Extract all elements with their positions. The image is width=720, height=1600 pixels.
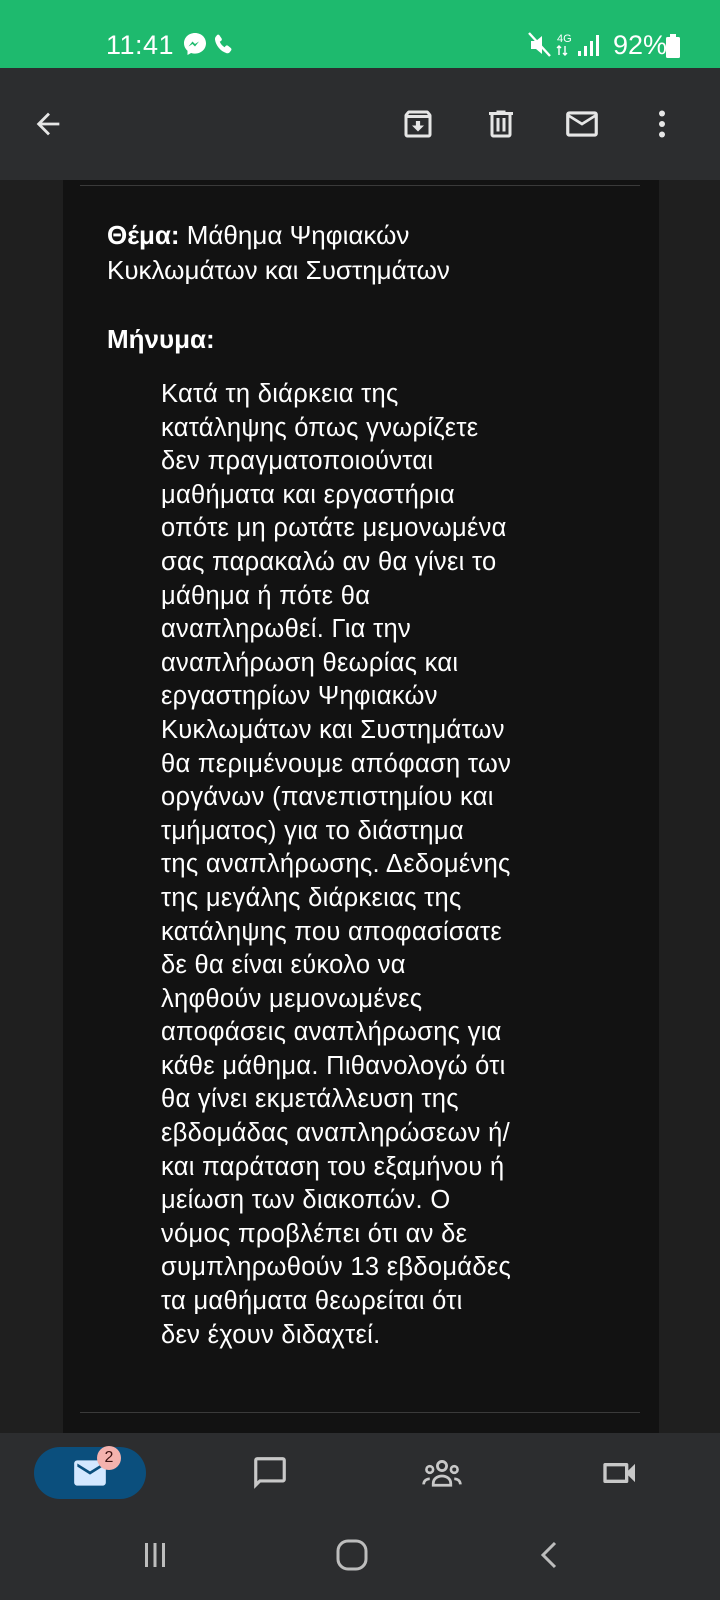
message-label: Μήνυμα: — [107, 324, 215, 354]
back-button[interactable] — [28, 104, 68, 144]
message-body-line: δεν πραγματοποιούνται — [161, 447, 434, 476]
nav-meet-tab[interactable] — [594, 1447, 646, 1499]
message-body-line: και παράταση του εξαμήνου ή — [161, 1152, 505, 1181]
network-4g: 4G — [556, 33, 572, 56]
message-body-line: νόμος προβλέπει ότι αν δε — [161, 1219, 468, 1248]
subject-label: Θέμα: — [107, 220, 180, 250]
trash-icon — [489, 110, 513, 138]
nav-spaces-tab[interactable] — [416, 1447, 468, 1499]
svg-text:4G: 4G — [557, 33, 572, 45]
mail-icon — [566, 111, 598, 137]
message-body-line: ληφθούν μεμονωμένες — [161, 984, 423, 1013]
message-body-line: εβδομάδας αναπληρώσεων ή/ — [161, 1119, 510, 1148]
chat-icon — [254, 1457, 286, 1489]
status-right-icons: 4G — [528, 30, 610, 60]
back-arrow-icon — [36, 112, 60, 136]
status-time: 11:41 — [106, 30, 175, 60]
delete-button[interactable] — [481, 104, 521, 144]
message-body-line: κάθε μάθημα. Πιθανολογώ ότι — [161, 1051, 506, 1080]
mail-unread-badge: 2 — [97, 1446, 121, 1470]
message-body-line: θα περιμένουμε απόφαση των — [161, 749, 512, 778]
home-button[interactable] — [330, 1533, 374, 1577]
archive-icon — [404, 110, 432, 138]
messenger-icon — [184, 33, 206, 55]
message-body-line: αναπληρωθεί. Για την — [161, 615, 412, 644]
nav-mail-tab[interactable] — [34, 1447, 146, 1499]
divider — [80, 185, 640, 186]
nav-chat-tab[interactable] — [244, 1447, 296, 1499]
message-body-line: οργάνων (πανεπιστημίου και — [161, 783, 494, 812]
email-subject: Θέμα: Μάθημα Ψηφιακών Κυκλωμάτων και Συσ… — [107, 218, 567, 288]
spaces-icon — [422, 1460, 462, 1487]
back-icon — [540, 1541, 557, 1569]
message-body-line: τα μαθήματα θεωρείται ότι — [161, 1287, 463, 1316]
message-body-line: της μεγάλης διάρκειας της — [161, 883, 462, 912]
mute-icon — [528, 32, 551, 57]
message-body-line: μείωση των διακοπών. Ο — [161, 1186, 451, 1215]
message-body-line: οπότε μη ρωτάτε μεμονωμένα — [161, 514, 507, 543]
message-body-line: μάθημα ή πότε θα — [161, 581, 371, 610]
message-toolbar — [0, 68, 720, 180]
message-body-line: Κυκλωμάτων και Συστημάτων — [161, 715, 505, 744]
signal-icon — [578, 35, 599, 56]
message-body-line: τμήματος) για το διάστημα — [161, 816, 464, 845]
system-navigation-bar — [0, 1513, 720, 1600]
phone-icon — [214, 34, 232, 54]
battery-percent: 92% — [613, 30, 668, 60]
message-body-line: μαθήματα και εργαστήρια — [161, 480, 455, 509]
bottom-navigation — [0, 1433, 720, 1513]
message-body-line: συμπληρωθούν 13 εβδομάδες — [161, 1253, 512, 1282]
status-left-icons — [182, 31, 242, 62]
message-body-line: θα γίνει εκμετάλλευση της — [161, 1085, 459, 1114]
message-body-line: κατάληψης που αποφασίσατε — [161, 917, 503, 946]
recents-button[interactable] — [133, 1533, 177, 1577]
archive-button[interactable] — [398, 104, 438, 144]
recents-icon — [145, 1543, 165, 1567]
message-body-line: Κατά τη διάρκεια της — [161, 380, 399, 408]
message-body-line: δεν έχουν διδαχτεί. — [161, 1320, 381, 1349]
message-body-line: σας παρακαλώ αν θα γίνει το — [161, 547, 497, 576]
status-bar: 11:41 4G 92% — [0, 0, 720, 68]
message-body-line: κατάληψης όπως γνωρίζετε — [161, 413, 479, 442]
meet-icon — [603, 1463, 635, 1483]
battery-icon — [666, 34, 680, 63]
mark-unread-button[interactable] — [562, 104, 602, 144]
message-body-line: αποφάσεις αναπλήρωσης για — [161, 1018, 502, 1047]
more-options-button[interactable] — [642, 104, 682, 144]
system-back-button[interactable] — [528, 1533, 572, 1577]
message-body-line: εργαστηρίων Ψηφιακών — [161, 682, 438, 711]
message-body-line: της αναπλήρωσης. Δεδομένης — [161, 850, 511, 879]
gmail-message-view: 11:41 4G 92% Θέμα: Μάθημα Ψηφιακών Κυκλω… — [0, 0, 720, 1600]
home-icon — [336, 1539, 368, 1571]
message-body-line: αναπλήρωση θεωρίας και — [161, 648, 459, 677]
message-body-line: δε θα είναι εύκολο να — [161, 951, 406, 980]
more-vert-icon — [659, 110, 665, 138]
message-body: Κατά τη διάρκεια της κατάληψης όπως γνωρί… — [161, 378, 581, 1352]
divider — [80, 1412, 640, 1413]
